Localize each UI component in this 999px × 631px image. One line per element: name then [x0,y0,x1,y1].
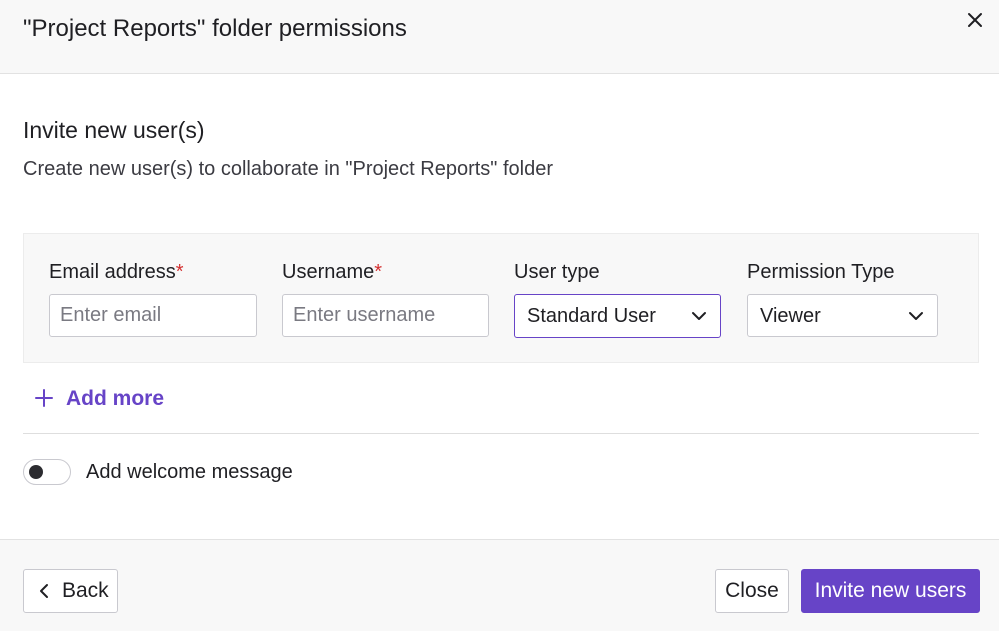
chevron-down-icon [690,307,708,325]
permission-type-label: Permission Type [747,261,895,283]
username-field-group: Username* [282,259,489,337]
email-field-group: Email address* [49,259,257,337]
chevron-left-icon [36,582,52,600]
permissions-dialog: "Project Reports" folder permissions Inv… [0,0,999,631]
required-marker: * [374,261,383,283]
chevron-down-icon [907,307,925,325]
required-marker: * [175,261,184,283]
email-label-text: Email address [49,261,176,283]
user-type-label: User type [514,261,600,283]
permission-type-select[interactable]: Viewer [747,294,938,337]
plus-icon [34,388,54,408]
add-more-label: Add more [66,387,165,410]
permission-type-value: Viewer [760,305,821,327]
section-subtitle: Create new user(s) to collaborate in "Pr… [23,158,553,180]
username-label: Username* [282,259,489,285]
username-label-text: Username [282,261,375,283]
back-label: Back [62,579,109,602]
divider [23,433,979,434]
permission-type-field-group: Permission Type Viewer [747,259,938,337]
user-type-select[interactable]: Standard User [514,294,721,338]
user-type-field-group: User type Standard User [514,259,721,338]
welcome-message-label: Add welcome message [86,461,293,483]
email-label: Email address* [49,259,257,285]
toggle-knob [29,465,43,479]
back-button[interactable]: Back [23,569,118,613]
dialog-header: "Project Reports" folder permissions [0,0,999,74]
close-icon[interactable] [963,8,987,32]
welcome-message-toggle[interactable] [23,459,71,485]
user-type-value: Standard User [527,305,656,327]
username-input[interactable] [282,294,489,337]
email-input[interactable] [49,294,257,337]
close-button[interactable]: Close [715,569,789,613]
section-title: Invite new user(s) [23,117,205,143]
dialog-footer: Back Close Invite new users [0,539,999,631]
invite-user-row: Email address* Username* User type Stand… [23,233,979,363]
invite-new-users-button[interactable]: Invite new users [801,569,980,613]
dialog-title: "Project Reports" folder permissions [23,15,407,42]
